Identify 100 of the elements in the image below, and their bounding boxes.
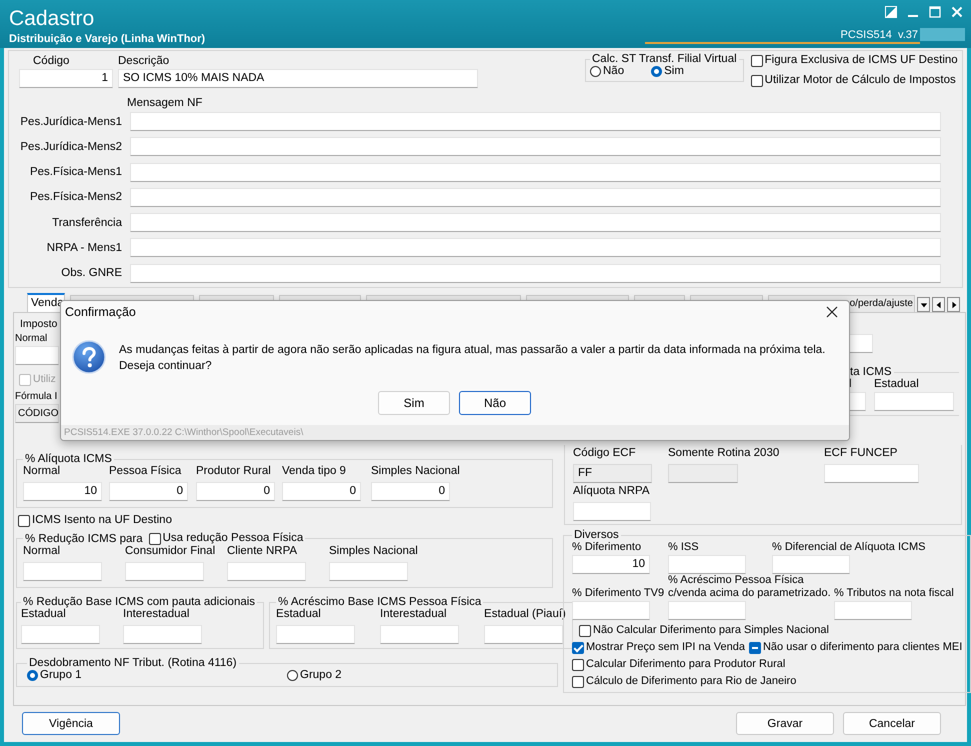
field-label: % Diferencial de Alíquota ICMS xyxy=(772,541,926,554)
field-label: Venda tipo 9 xyxy=(282,465,347,479)
input-field[interactable] xyxy=(484,625,564,644)
input-field[interactable] xyxy=(874,392,954,411)
field-label: Pes.Física-Mens2 xyxy=(28,191,122,204)
input-field[interactable]: SO ICMS 10% MAIS NADA xyxy=(118,69,478,88)
input-field[interactable]: CÓDIGO xyxy=(15,404,59,423)
checkbox-label: ICMS Isento na UF Destino xyxy=(32,514,172,527)
input-field[interactable]: 10 xyxy=(23,482,102,501)
dialog-button[interactable]: Cancelar xyxy=(843,712,941,735)
radio-button[interactable] xyxy=(287,670,298,681)
input-field[interactable] xyxy=(130,112,941,131)
field-label: % ISS xyxy=(668,541,700,554)
field-label: Transferência xyxy=(51,216,122,229)
window-title: Cadastro xyxy=(9,7,96,31)
input-field[interactable] xyxy=(21,625,100,644)
dialog-button[interactable]: Sim xyxy=(378,391,450,415)
input-field[interactable] xyxy=(772,555,850,574)
input-field[interactable] xyxy=(130,238,941,258)
group-title: Calc. ST Transf. Filial Virtual xyxy=(591,53,738,65)
field-label: Pes.Jurídica-Mens2 xyxy=(19,140,122,153)
input-field[interactable] xyxy=(130,264,941,283)
input-field[interactable] xyxy=(227,562,306,581)
field-label: Normal xyxy=(23,545,62,559)
radio-button[interactable] xyxy=(27,670,38,681)
dialog-button[interactable]: Não xyxy=(459,391,531,415)
version-label: PCSIS514 v.37 xyxy=(840,28,918,40)
checkbox[interactable] xyxy=(750,74,763,86)
checkbox[interactable] xyxy=(748,642,761,654)
input-field[interactable] xyxy=(834,601,912,620)
radio-label: Sim xyxy=(664,65,684,78)
input-field[interactable] xyxy=(125,562,204,581)
status-text: PCSIS514.EXE 37.0.0.22 C:\Winthor\Spool\Executaveis\ xyxy=(61,425,849,440)
close-icon[interactable] xyxy=(826,306,838,318)
input-field[interactable] xyxy=(572,601,650,620)
input-field[interactable]: 0 xyxy=(371,482,450,501)
input-field[interactable] xyxy=(130,137,941,156)
radio-label: Grupo 1 xyxy=(40,669,82,682)
input-field[interactable] xyxy=(824,464,919,483)
input-field[interactable] xyxy=(130,162,941,182)
group-title: ta ICMS xyxy=(849,366,893,378)
input-field[interactable]: 10 xyxy=(572,555,650,574)
field-label: Pes.Jurídica-Mens1 xyxy=(19,116,122,128)
field-label: Código xyxy=(32,55,70,69)
group-title: Desdobramento NF Tribut. (Rotina 4116) xyxy=(28,657,238,669)
checkbox[interactable] xyxy=(18,514,30,526)
dialog-button[interactable]: Vigência xyxy=(22,712,120,735)
radio-button[interactable] xyxy=(590,66,601,77)
input-field[interactable] xyxy=(668,555,746,574)
field-label: Simples Nacional xyxy=(329,545,418,559)
input-field[interactable]: 0 xyxy=(282,482,361,501)
input-field[interactable] xyxy=(668,601,746,620)
field-label: Normal xyxy=(15,332,48,346)
input-field[interactable]: 0 xyxy=(109,482,188,501)
input-field[interactable]: 1 xyxy=(19,69,113,88)
radio-button[interactable] xyxy=(651,66,662,77)
input-field[interactable] xyxy=(130,188,941,207)
checkbox[interactable] xyxy=(572,658,584,670)
dialog-button[interactable]: Gravar xyxy=(736,712,834,735)
field-label: Normal xyxy=(23,465,62,479)
checkbox[interactable] xyxy=(572,642,584,654)
dialog-message: As mudanças feitas à partir de agora não serão aplicadas na figura atual, mas passarão a valer a partir da data informada na próxima tela. Deseja continuar? xyxy=(119,343,826,374)
field-label: Cliente NRPA xyxy=(227,545,298,559)
input-field[interactable]: 0 xyxy=(196,482,275,501)
scroll-left-icon[interactable] xyxy=(932,297,945,312)
field-label: Estadual xyxy=(276,608,322,622)
dropdown-icon[interactable] xyxy=(917,297,930,312)
checkbox-label: Figura Exclusiva de ICMS UF Destino xyxy=(764,54,958,67)
group-title: % Redução Base ICMS com pauta adicionais xyxy=(22,596,256,608)
checkbox[interactable] xyxy=(579,624,591,636)
checkbox[interactable] xyxy=(572,676,584,688)
field-label: Simples Nacional xyxy=(371,465,460,479)
checkbox-label: Não usar o diferimento para clientes MEI xyxy=(762,641,962,654)
field-label: Obs. GNRE xyxy=(60,267,122,280)
input-field[interactable] xyxy=(573,502,651,521)
maximize-icon[interactable] xyxy=(929,6,941,18)
field-label: ECF FUNCEP xyxy=(824,447,898,461)
checkbox[interactable] xyxy=(148,532,161,544)
contrast-icon[interactable] xyxy=(885,6,897,18)
input-field[interactable] xyxy=(23,562,102,581)
dialog-title: Confirmação xyxy=(65,305,136,319)
field-label: Produtor Rural xyxy=(196,465,272,479)
field-label: Estadual (Piauí) xyxy=(484,608,566,622)
input-field[interactable] xyxy=(380,625,460,644)
field-label: NRPA - Mens1 xyxy=(46,242,122,254)
input-field[interactable] xyxy=(15,346,59,365)
input-field[interactable] xyxy=(130,213,941,232)
field-label: % Diferimento xyxy=(572,541,642,554)
input-field[interactable] xyxy=(123,625,202,644)
radio-label: Grupo 2 xyxy=(300,669,342,682)
group-title: % Redução ICMS para xyxy=(25,532,143,544)
scroll-right-icon[interactable] xyxy=(947,297,960,312)
field-label: Somente Rotina 2030 xyxy=(668,447,780,461)
field-label: Interestadual xyxy=(380,608,448,622)
input-field[interactable] xyxy=(276,625,356,644)
checkbox[interactable] xyxy=(750,54,763,66)
group-title: Imposto xyxy=(19,318,58,332)
field-label: Pes.Física-Mens1 xyxy=(28,166,122,178)
section-label: Mensagem NF xyxy=(127,97,204,110)
input-field[interactable] xyxy=(329,562,408,581)
